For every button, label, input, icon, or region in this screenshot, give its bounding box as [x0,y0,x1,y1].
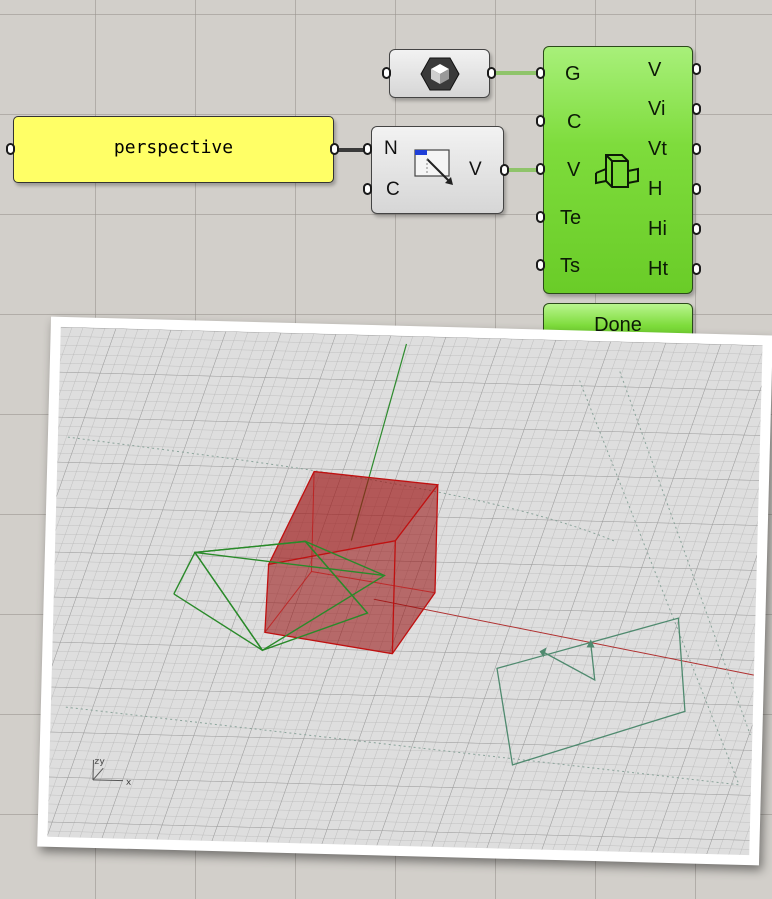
output-label-hi: Hi [648,218,667,240]
input-label-ts: Ts [560,255,580,277]
output-label-v: V [469,159,482,180]
output-label-h: H [648,178,663,200]
input-label-c: C [567,111,582,133]
viewport-input-te-grip[interactable] [536,211,545,223]
input-label-n: N [384,138,398,159]
view-vector-component[interactable]: N C V [371,126,504,214]
input-label-v: V [567,159,581,181]
axis-label-x: x [126,778,132,788]
box-viewport-icon [595,154,639,188]
viewport-output-v-grip[interactable] [692,63,701,75]
viewport-input-v-grip[interactable] [536,163,545,175]
vector-output-v-grip[interactable] [500,164,509,176]
view-vector-icon [414,149,453,185]
viewport-canvas: z y x [47,326,763,856]
output-label-v: V [648,59,662,81]
input-label-c: C [386,179,400,200]
input-label-g: G [565,63,581,85]
perspective-panel[interactable]: perspective [13,116,334,183]
shaded-output-grip[interactable] [487,67,496,79]
viewport-output-hi-grip[interactable] [692,223,701,235]
shaded-preview-component[interactable] [389,49,490,98]
viewport-input-g-grip[interactable] [536,67,545,79]
viewport-input-c-grip[interactable] [536,115,545,127]
output-label-vi: Vi [648,98,666,120]
panel-input-grip[interactable] [6,143,15,155]
viewport-output-vt-grip[interactable] [692,143,701,155]
vector-input-c-grip[interactable] [363,183,372,195]
viewport-component[interactable]: G C V Te Ts V Vi Vt H Hi Ht [543,46,693,294]
output-label-ht: Ht [648,258,668,280]
input-label-te: Te [560,207,582,229]
shaded-cube-icon [420,57,460,91]
output-label-vt: Vt [648,138,667,160]
viewport-output-vi-grip[interactable] [692,103,701,115]
rhino-viewport[interactable]: z y x [47,326,763,856]
panel-text: perspective [113,137,234,158]
viewport-frame: z y x [37,316,772,866]
viewport-input-ts-grip[interactable] [536,259,545,271]
vector-input-n-grip[interactable] [363,143,372,155]
shaded-input-grip[interactable] [382,67,391,79]
axis-label-y: y [99,757,105,767]
viewport-output-ht-grip[interactable] [692,263,701,275]
panel-output-grip[interactable] [330,143,339,155]
viewport-output-h-grip[interactable] [692,183,701,195]
